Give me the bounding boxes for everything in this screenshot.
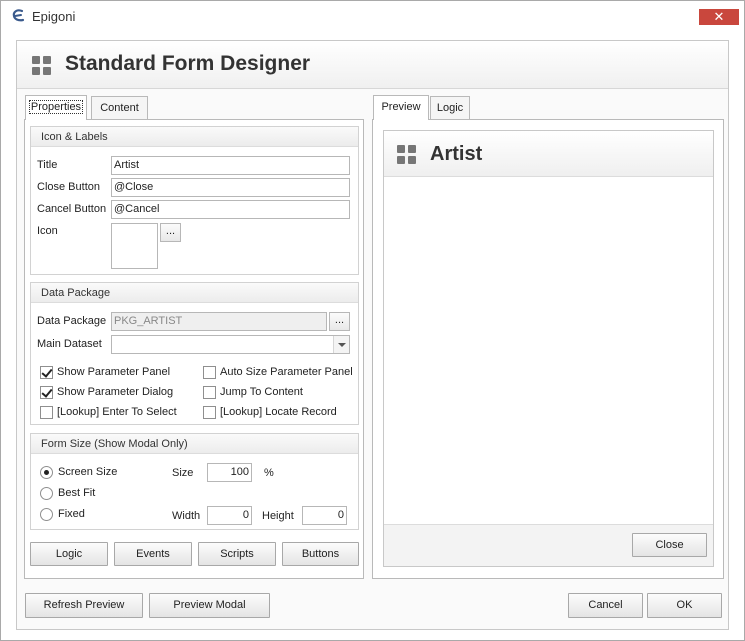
jump-to-content-label: Jump To Content: [220, 386, 303, 398]
tab-content[interactable]: Content: [91, 96, 148, 120]
height-field[interactable]: 0: [302, 506, 347, 525]
buttons-button[interactable]: Buttons: [282, 542, 359, 566]
show-parameter-dialog-label: Show Parameter Dialog: [57, 386, 174, 398]
preview-title: Artist: [430, 143, 483, 165]
close-button-label: Close Button: [37, 181, 100, 193]
form-size-header: Form Size (Show Modal Only): [31, 434, 358, 454]
lookup-locate-record-label: [Lookup] Locate Record: [220, 406, 337, 418]
scripts-button[interactable]: Scripts: [198, 542, 276, 566]
lookup-enter-to-select-checkbox[interactable]: [40, 406, 53, 419]
data-package-field[interactable]: PKG_ARTIST: [111, 312, 327, 331]
chevron-down-icon[interactable]: [333, 336, 349, 353]
cancel-button[interactable]: Cancel: [568, 593, 643, 618]
size-label: Size: [172, 467, 194, 479]
app-window: Epigoni ✕ Standard Form Designer Propert…: [0, 0, 745, 641]
preview-modal-button[interactable]: Preview Modal: [149, 593, 270, 618]
preview-tabpage: Artist Close: [372, 119, 724, 579]
size-field[interactable]: 100: [207, 463, 252, 482]
icon-picker-box[interactable]: [111, 223, 158, 269]
height-label: Height: [262, 510, 294, 522]
width-field[interactable]: 0: [207, 506, 252, 525]
form-size-group: Form Size (Show Modal Only) Screen Size …: [30, 433, 359, 530]
title-field[interactable]: Artist: [111, 156, 350, 175]
preview-form: Artist Close: [383, 130, 714, 567]
cancel-button-label: Cancel Button: [37, 203, 107, 215]
best-fit-label: Best Fit: [58, 487, 96, 499]
preview-close-button[interactable]: Close: [632, 533, 707, 557]
tab-properties-label: Properties: [28, 100, 84, 114]
fixed-label: Fixed: [58, 508, 85, 520]
tab-content-label: Content: [100, 102, 139, 114]
data-package-label: Data Package: [37, 315, 107, 327]
tab-preview-label: Preview: [381, 101, 421, 113]
grid-icon: [32, 56, 52, 76]
show-parameter-panel-checkbox[interactable]: [40, 366, 53, 379]
lookup-locate-record-checkbox[interactable]: [203, 406, 216, 419]
title-label: Title: [37, 159, 58, 171]
designer-header: Standard Form Designer: [17, 41, 728, 89]
icon-label: Icon: [37, 225, 58, 237]
window-title: Epigoni: [32, 9, 76, 24]
tab-logic[interactable]: Logic: [430, 96, 470, 120]
icon-browse-button[interactable]: ...: [160, 223, 181, 242]
close-button-field[interactable]: @Close: [111, 178, 350, 197]
tab-preview[interactable]: Preview: [373, 95, 429, 120]
screen-size-label: Screen Size: [58, 466, 118, 478]
properties-tabpage: Icon & Labels Title Artist Close Button …: [24, 119, 364, 579]
jump-to-content-checkbox[interactable]: [203, 386, 216, 399]
data-package-header: Data Package: [31, 283, 358, 303]
data-package-browse-button[interactable]: ...: [329, 312, 350, 331]
size-unit-label: %: [264, 467, 274, 479]
lookup-enter-to-select-label: [Lookup] Enter To Select: [57, 406, 177, 418]
fixed-radio[interactable]: [40, 508, 53, 521]
refresh-preview-button[interactable]: Refresh Preview: [25, 593, 143, 618]
close-window-button[interactable]: ✕: [699, 9, 739, 25]
cancel-button-field[interactable]: @Cancel: [111, 200, 350, 219]
width-label: Width: [172, 510, 201, 522]
tab-properties[interactable]: Properties: [25, 95, 87, 120]
designer-panel: Standard Form Designer Properties Conten…: [16, 40, 729, 630]
epigoni-logo-icon: [12, 9, 25, 22]
best-fit-radio[interactable]: [40, 487, 53, 500]
main-dataset-label: Main Dataset: [37, 338, 102, 350]
auto-size-parameter-panel-label: Auto Size Parameter Panel: [220, 366, 353, 378]
main-dataset-select[interactable]: [111, 335, 350, 354]
preview-header: Artist: [384, 131, 713, 177]
preview-footer: Close: [384, 524, 713, 566]
icon-labels-group: Icon & Labels Title Artist Close Button …: [30, 126, 359, 275]
show-parameter-panel-label: Show Parameter Panel: [57, 366, 171, 378]
icon-labels-header: Icon & Labels: [31, 127, 358, 147]
grid-icon: [397, 145, 417, 165]
title-bar: Epigoni ✕: [1, 1, 744, 31]
show-parameter-dialog-checkbox[interactable]: [40, 386, 53, 399]
auto-size-parameter-panel-checkbox[interactable]: [203, 366, 216, 379]
ok-button[interactable]: OK: [647, 593, 722, 618]
tab-logic-label: Logic: [436, 102, 464, 114]
page-title: Standard Form Designer: [65, 52, 311, 75]
screen-size-radio[interactable]: [40, 466, 53, 479]
data-package-group: Data Package Data Package PKG_ARTIST ...…: [30, 282, 359, 425]
events-button[interactable]: Events: [114, 542, 192, 566]
logic-button[interactable]: Logic: [30, 542, 108, 566]
